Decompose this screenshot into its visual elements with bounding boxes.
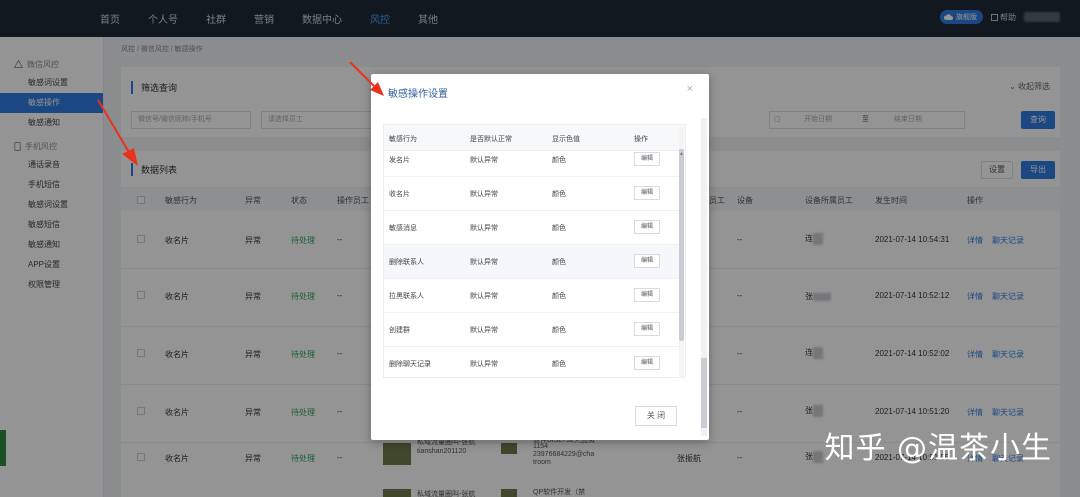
modal-row-default: 默认异常	[470, 225, 498, 232]
modal-row-behavior: 删除联系人	[389, 259, 424, 266]
modal-row-default: 默认异常	[470, 191, 498, 198]
modal-row-edit-button[interactable]: 编辑	[634, 220, 660, 234]
modal-row-edit-button[interactable]: 编辑	[634, 254, 660, 268]
modal-row-default: 默认异常	[470, 259, 498, 266]
watermark: 知乎 @温茶小生	[824, 431, 1052, 466]
modal-row-color: 颜色	[552, 327, 566, 334]
sensitive-ops-modal: 敏感操作设置 × 敏感行为 是否默认正常 显示色值 操作 发名片 默认异常 颜色 编辑…	[371, 74, 709, 440]
modal-row-default: 默认异常	[470, 293, 498, 300]
modal-row-color: 颜色	[552, 361, 566, 368]
modal-row-behavior: 发名片	[389, 157, 410, 164]
modal-row-color: 颜色	[552, 293, 566, 300]
modal-row-default: 默认异常	[470, 327, 498, 334]
modal-row-edit-button[interactable]: 编辑	[634, 288, 660, 302]
modal-row-behavior: 拉黑联系人	[389, 293, 424, 300]
modal-row: 删除聊天记录 默认异常 颜色 编辑	[384, 347, 679, 377]
modal-close-button[interactable]: 关 闭	[635, 406, 677, 426]
modal-row: 收名片 默认异常 颜色 编辑	[384, 177, 679, 211]
modal-scrollbar[interactable]	[701, 118, 707, 436]
modal-row-edit-button[interactable]: 编辑	[634, 356, 660, 370]
modal-row-behavior: 删除聊天记录	[389, 361, 431, 368]
modal-row: 创建群 默认异常 颜色 编辑	[384, 313, 679, 347]
modal-row: 敏感消息 默认异常 颜色 编辑	[384, 211, 679, 245]
modal-row-edit-button[interactable]: 编辑	[634, 152, 660, 166]
scroll-up-icon[interactable]: ▲	[679, 151, 684, 157]
modal-row-edit-button[interactable]: 编辑	[634, 322, 660, 336]
modal-row-color: 颜色	[552, 225, 566, 232]
modal-row-edit-button[interactable]: 编辑	[634, 186, 660, 200]
modal-title: 敏感操作设置	[388, 89, 448, 100]
modal-row-behavior: 创建群	[389, 327, 410, 334]
close-icon[interactable]: ×	[687, 83, 693, 95]
modal-row: 删除联系人 默认异常 颜色 编辑	[384, 245, 679, 279]
modal-table-scroll-thumb[interactable]	[679, 149, 684, 341]
modal-scroll-thumb[interactable]	[701, 358, 707, 428]
modal-row-default: 默认异常	[470, 361, 498, 368]
modal-table: 敏感行为 是否默认正常 显示色值 操作 发名片 默认异常 颜色 编辑 收名片 默认异常 颜色…	[383, 124, 686, 378]
modal-row-default: 默认异常	[470, 157, 498, 164]
arrow-icon	[97, 99, 138, 166]
modal-row-color: 颜色	[552, 191, 566, 198]
modal-table-scrollbar[interactable]	[679, 127, 684, 377]
modal-row: 发名片 默认异常 颜色 编辑	[384, 143, 679, 177]
arrow-icon	[349, 61, 384, 96]
modal-row-behavior: 敏感消息	[389, 225, 417, 232]
modal-row-behavior: 收名片	[389, 191, 410, 198]
modal-row-color: 颜色	[552, 259, 566, 266]
modal-row: 拉黑联系人 默认异常 颜色 编辑	[384, 279, 679, 313]
modal-row-color: 颜色	[552, 157, 566, 164]
